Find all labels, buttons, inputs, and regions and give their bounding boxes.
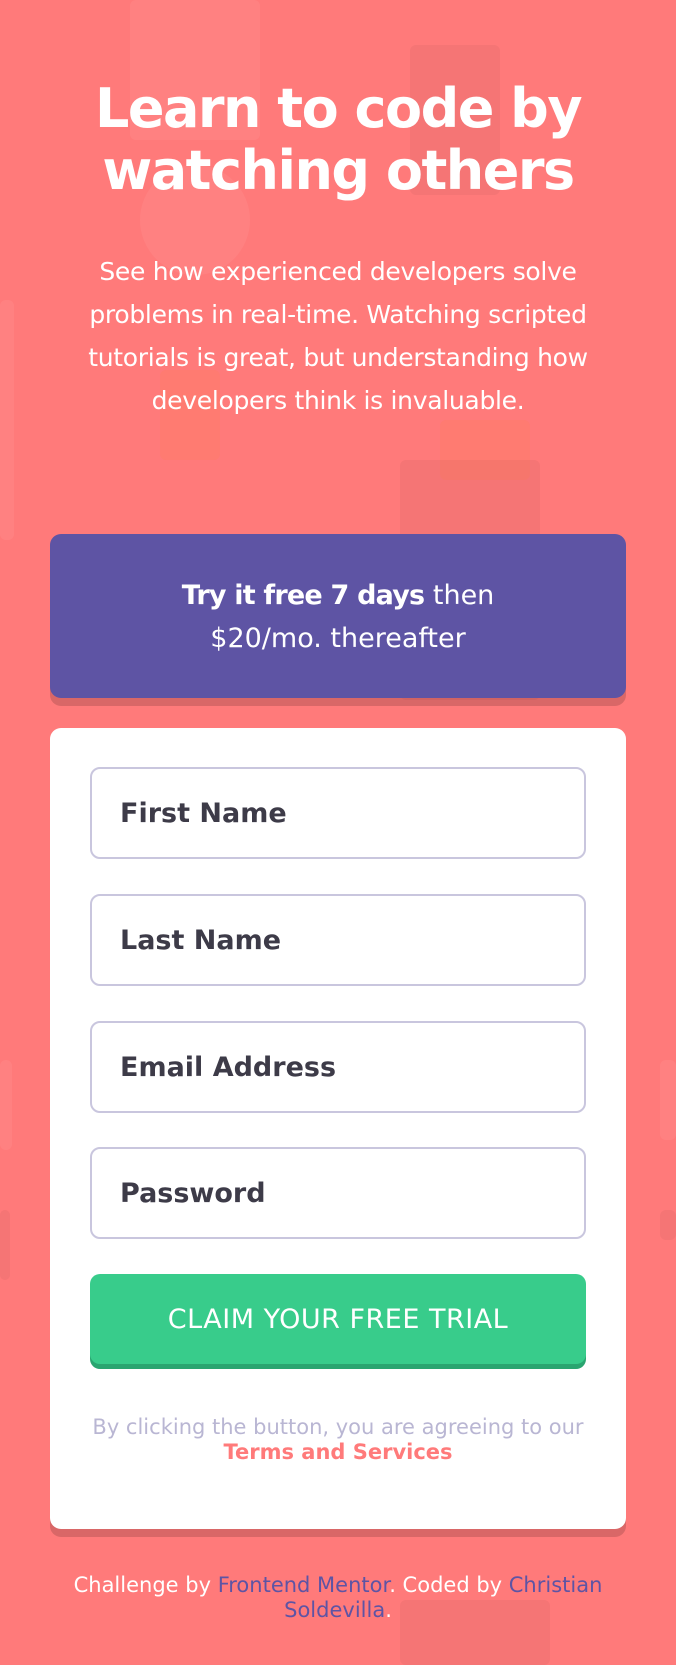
claim-free-trial-button[interactable]: CLAIM YOUR FREE TRIAL bbox=[90, 1274, 586, 1364]
terms-link[interactable]: Terms and Services bbox=[223, 1440, 452, 1464]
email-field[interactable] bbox=[90, 1021, 586, 1113]
last-name-field[interactable] bbox=[90, 894, 586, 986]
promo-bold-text: Try it free 7 days bbox=[181, 580, 425, 611]
promo-banner: Try it free 7 days then $20/mo. thereaft… bbox=[50, 534, 626, 698]
password-field[interactable] bbox=[90, 1147, 586, 1239]
landing-page: Learn to code by watching others See how… bbox=[0, 0, 676, 1665]
hero-description: See how experienced developers solve pro… bbox=[88, 257, 588, 415]
attribution-footer: Challenge by Frontend Mentor. Coded by C… bbox=[50, 1573, 626, 1623]
frontend-mentor-link[interactable]: Frontend Mentor bbox=[218, 1573, 390, 1597]
terms-notice: By clicking the button, you are agreeing… bbox=[70, 1415, 606, 1465]
hero-title: Learn to code by watching others bbox=[94, 77, 583, 202]
footer-coded-prefix: . Coded by bbox=[389, 1573, 509, 1597]
footer-suffix: . bbox=[385, 1598, 392, 1622]
signup-form: CLAIM YOUR FREE TRIAL By clicking the bu… bbox=[50, 728, 626, 1529]
footer-challenge-prefix: Challenge by bbox=[73, 1573, 218, 1597]
terms-prefix: By clicking the button, you are agreeing… bbox=[92, 1415, 584, 1439]
promo-text-line2: $20/mo. thereafter bbox=[210, 623, 466, 654]
promo-text-line1: then bbox=[424, 580, 495, 611]
first-name-field[interactable] bbox=[90, 767, 586, 859]
